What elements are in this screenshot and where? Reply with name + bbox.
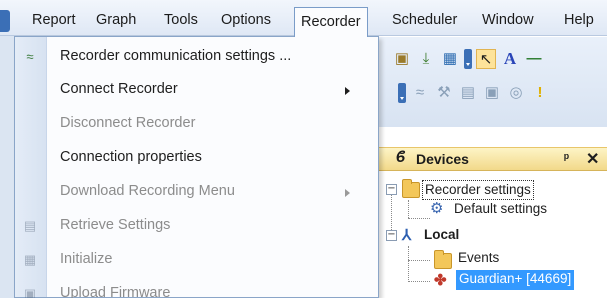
devices-tree: − Recorder settings ⚙ Default settings −… [378,172,607,298]
recorder-icon[interactable]: ≈ [410,83,430,103]
menu-scheduler[interactable]: Scheduler [392,9,457,31]
menu-window[interactable]: Window [482,9,534,31]
tree-node-events[interactable]: Events [458,249,499,269]
device-icon: ✤ [434,272,447,289]
tree-node-recorder-settings[interactable]: Recorder settings [422,180,534,200]
recorder-dropdown-menu: ≈ Recorder communication settings ... Co… [14,36,379,298]
menu-item-download-recording-menu[interactable]: Download Recording Menu [15,176,378,209]
menu-graph[interactable]: Graph [96,9,136,31]
upload-firmware-icon: ▣ [23,286,37,298]
menu-item-label: Retrieve Settings [60,217,171,233]
tree-connector [408,200,409,218]
collapse-toggle[interactable]: − [386,184,397,195]
devices-icon: ϐ [396,149,406,166]
menu-scheduler-label: Scheduler [392,12,458,28]
devices-panel-header: ϐ Devices ᵖ ✕ [378,147,607,171]
pin-icon[interactable]: ᵖ [564,150,569,165]
menu-item-initialize[interactable]: ▦ Initialize [15,244,378,277]
tree-node-default-settings[interactable]: Default settings [454,200,547,220]
tree-node-local[interactable]: Local [424,226,459,246]
network-icon: ⅄ [402,227,412,244]
tool-icon[interactable]: ⚒ [434,83,454,103]
menu-item-label: Initialize [60,251,113,267]
chart-icon[interactable]: ▦ [440,49,460,69]
events-folder-icon [434,250,452,269]
menu-item-label: Connection properties [60,149,202,165]
close-icon[interactable]: ✕ [586,149,599,169]
menu-tools-label: Tools [164,12,198,28]
save-report-icon[interactable]: ▣ [392,49,412,69]
settings-grid-icon[interactable]: ▤ [458,83,478,103]
menu-options[interactable]: Options [221,9,271,31]
menu-bar: Report Graph Tools Options Recorder Sche… [0,0,607,37]
toolbar-grip-2[interactable] [398,83,406,103]
collapse-toggle[interactable]: − [386,230,397,241]
submenu-arrow-icon [345,189,350,197]
clock-icon[interactable]: ◎ [506,83,526,103]
devices-title: Devices [416,151,469,167]
menu-tools[interactable]: Tools [164,9,198,31]
menu-item-disconnect-recorder[interactable]: Disconnect Recorder [15,108,378,141]
menu-recorder[interactable]: Recorder [294,7,368,37]
menu-item-upload-firmware[interactable]: ▣ Upload Firmware [15,278,378,298]
alert-icon[interactable]: ! [530,83,550,103]
retrieve-settings-icon: ▤ [23,218,37,233]
menu-item-retrieve-settings[interactable]: ▤ Retrieve Settings [15,210,378,243]
pointer-icon[interactable]: ↖ [476,49,496,69]
menu-options-label: Options [221,12,271,28]
settings-gear-icon: ⚙ [430,200,444,217]
menu-item-connection-properties[interactable]: Connection properties [15,142,378,175]
submenu-arrow-icon [345,87,350,95]
menu-item-label: Connect Recorder [60,81,178,97]
menu-item-connect-recorder[interactable]: Connect Recorder [15,74,378,107]
menu-item-label: Recorder communication settings ... [60,48,292,64]
folder-icon [402,179,420,198]
menu-window-label: Window [482,12,534,28]
recorder-comm-icon: ≈ [26,49,34,64]
tree-connector [408,246,409,282]
tree-node-guardian[interactable]: Guardian+ [44669] [456,270,575,290]
display-icon[interactable]: ▣ [482,83,502,103]
menu-graph-label: Graph [96,12,137,28]
menu-item-label: Disconnect Recorder [60,115,196,131]
tree-connector [408,218,430,219]
tree-connector [408,281,430,282]
menu-item-label: Download Recording Menu [60,183,235,199]
download-icon[interactable]: ⤓ [416,49,436,69]
text-tool-icon[interactable]: A [500,49,520,69]
menu-item-label: Upload Firmware [60,285,171,298]
menu-bar-grip [0,10,10,32]
tree-connector [408,260,430,261]
toolbar-area: ▣ ⤓ ▦ ↖ A — ≈ ⚒ ▤ ▣ ◎ ! [378,37,607,127]
toolbar-row-1: ▣ ⤓ ▦ ↖ A — [378,43,607,75]
menu-recorder-label: Recorder [301,14,361,30]
menu-item-recorder-communication-settings[interactable]: ≈ Recorder communication settings ... [15,41,378,74]
line-tool-icon[interactable]: — [524,49,544,69]
menu-report[interactable]: Report [32,9,76,31]
toolbar-grip[interactable] [464,49,472,69]
initialize-icon: ▦ [23,252,37,267]
menu-help-label: Help [564,12,594,28]
menu-report-label: Report [32,12,76,28]
toolbar-row-2: ≈ ⚒ ▤ ▣ ◎ ! [378,77,607,109]
menu-help[interactable]: Help [564,9,594,31]
